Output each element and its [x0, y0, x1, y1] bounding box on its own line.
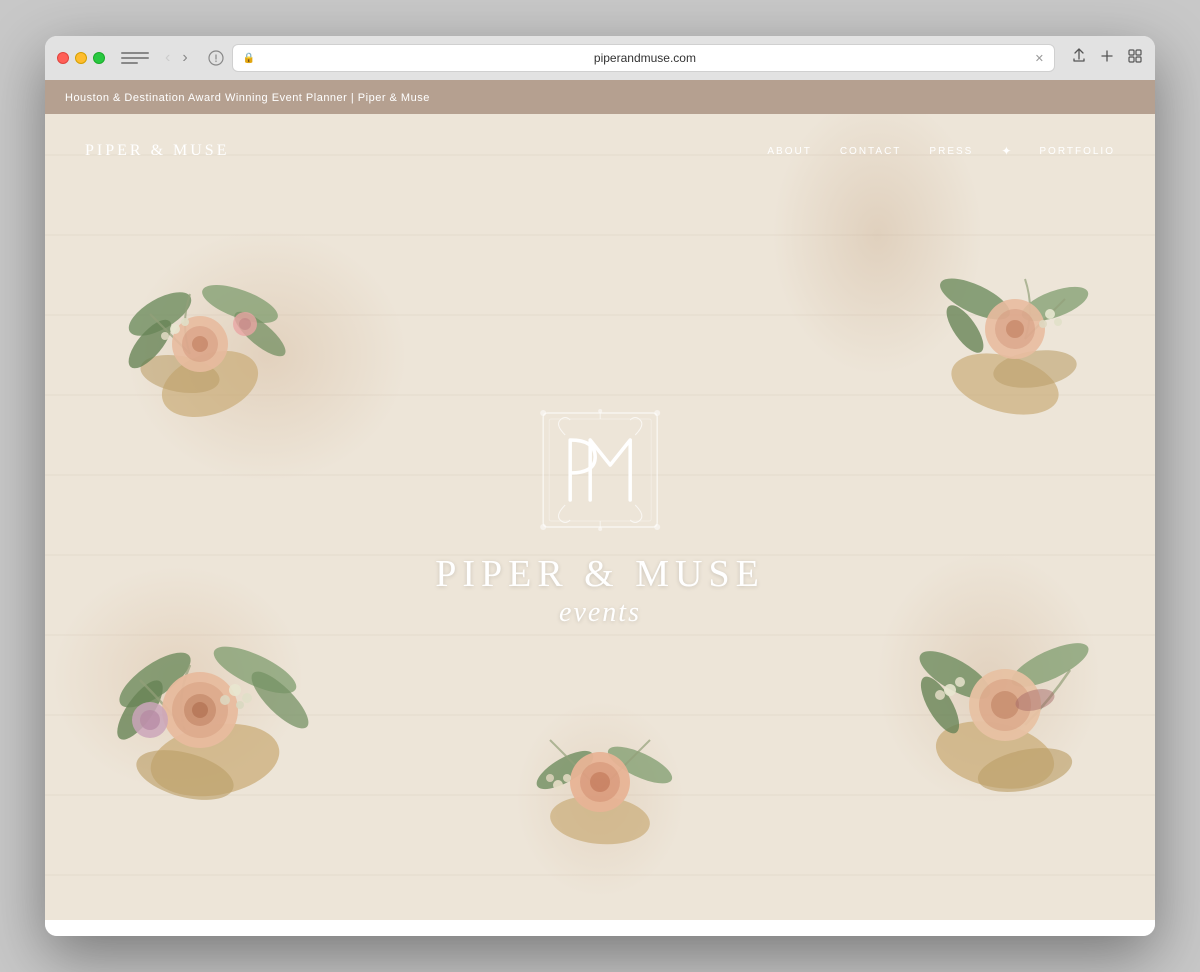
toolbar-right: [1071, 48, 1143, 69]
new-tab-button[interactable]: [1099, 48, 1115, 69]
floral-top-left: [100, 254, 320, 454]
browser-window: ‹ › 🔒 piperandmuse.com ✕: [45, 36, 1155, 936]
site-logo[interactable]: PIPER & MUSE: [85, 142, 229, 160]
hero-section: PIPER & MUSE ABOUT CONTACT PRESS ✦ PORTF…: [45, 114, 1155, 920]
minimize-button[interactable]: [75, 52, 87, 64]
nav-contact[interactable]: CONTACT: [840, 146, 902, 157]
brand-tagline: events: [435, 597, 765, 629]
nav-press[interactable]: PRESS: [929, 146, 973, 157]
fullscreen-button[interactable]: [93, 52, 105, 64]
monogram: [535, 405, 665, 535]
address-bar[interactable]: 🔒 piperandmuse.com ✕: [232, 44, 1055, 72]
share-button[interactable]: [1071, 48, 1087, 69]
floral-bottom-center: [510, 710, 690, 870]
title-bar: ‹ › 🔒 piperandmuse.com ✕: [45, 36, 1155, 80]
privacy-icon: [208, 50, 224, 66]
center-brand: PIPER & MUSE events: [435, 405, 765, 629]
traffic-lights: [57, 52, 105, 64]
floral-top-right: [895, 244, 1115, 444]
browser-chrome: ‹ › 🔒 piperandmuse.com ✕: [45, 36, 1155, 80]
url-text: piperandmuse.com: [261, 51, 1029, 65]
website: Houston & Destination Award Winning Even…: [45, 80, 1155, 936]
site-top-bar: Houston & Destination Award Winning Even…: [45, 80, 1155, 114]
sidebar-toggle[interactable]: [121, 48, 149, 68]
menu-star-icon: ✦: [1001, 144, 1011, 158]
nav-about[interactable]: ABOUT: [767, 146, 811, 157]
brand-name: PIPER & MUSE: [435, 555, 765, 593]
forward-button[interactable]: ›: [178, 47, 191, 69]
back-button[interactable]: ‹: [161, 47, 174, 69]
announcement-text: Houston & Destination Award Winning Even…: [65, 92, 430, 104]
lock-icon: 🔒: [243, 53, 255, 64]
floral-bottom-right: [875, 600, 1115, 840]
clear-url-button[interactable]: ✕: [1035, 52, 1044, 65]
close-button[interactable]: [57, 52, 69, 64]
nav-buttons: ‹ ›: [161, 47, 192, 69]
site-bottom-bar: [45, 920, 1155, 936]
site-navigation: PIPER & MUSE ABOUT CONTACT PRESS ✦ PORTF…: [45, 114, 1155, 188]
tabs-overview-button[interactable]: [1127, 48, 1143, 69]
floral-bottom-left: [85, 600, 345, 840]
nav-portfolio[interactable]: PORTFOLIO: [1039, 146, 1115, 157]
site-menu: ABOUT CONTACT PRESS ✦ PORTFOLIO: [767, 144, 1115, 158]
